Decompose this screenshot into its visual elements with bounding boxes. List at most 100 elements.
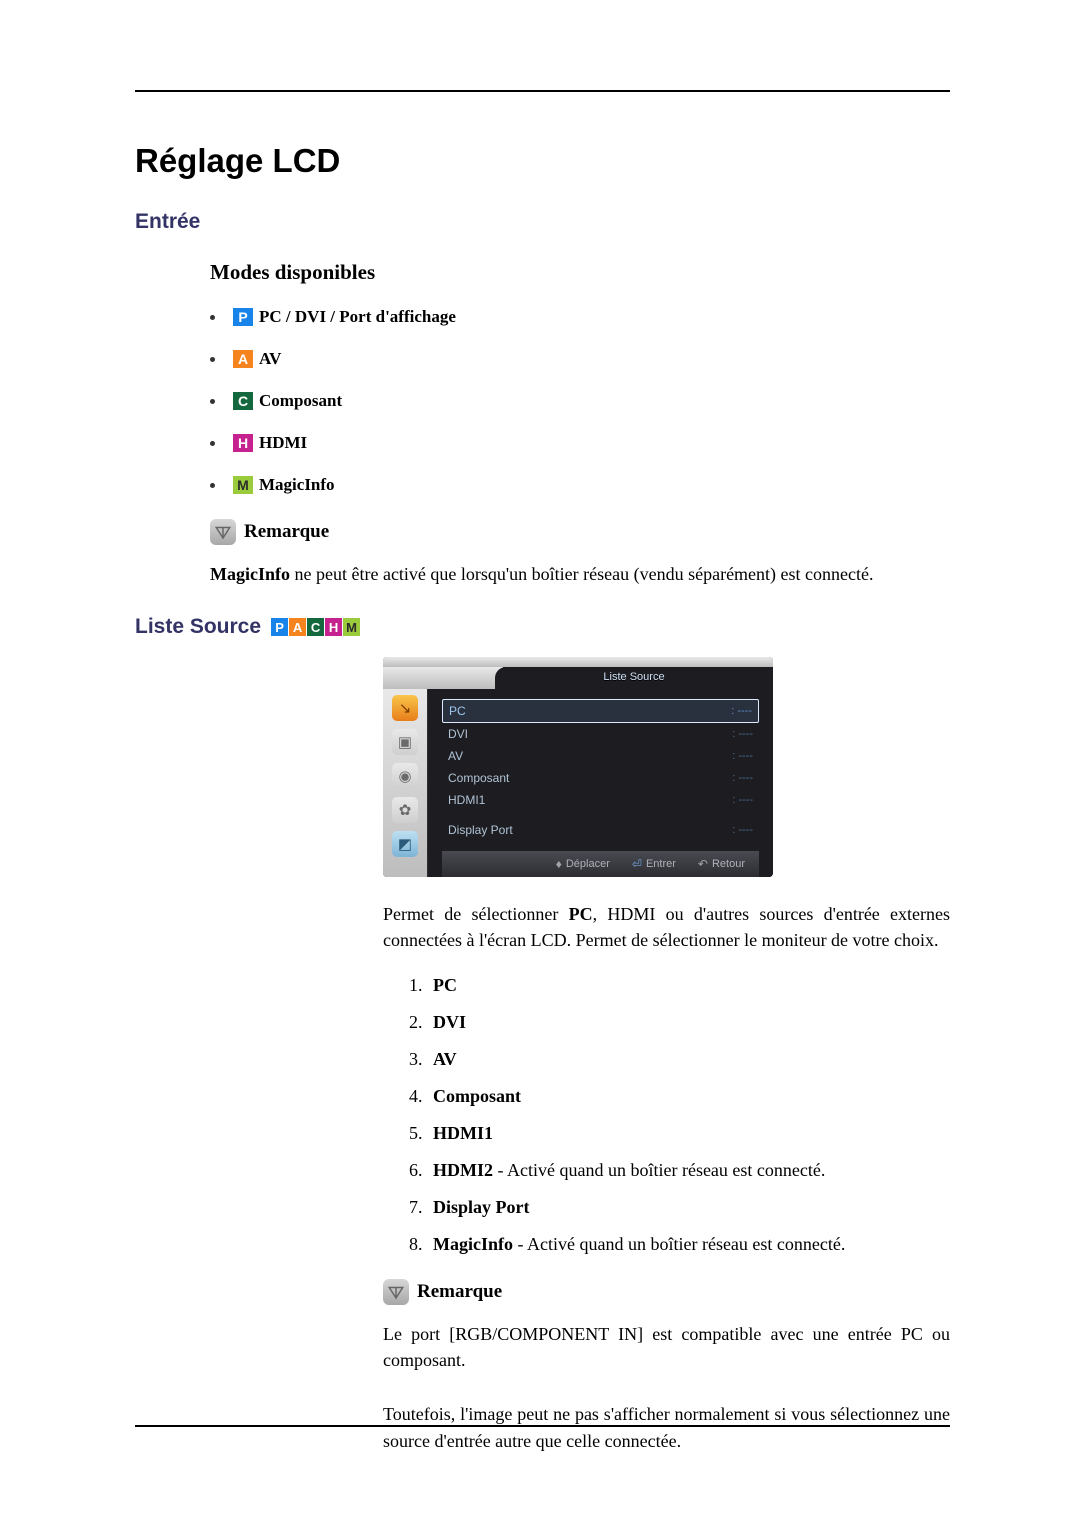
note-row: Remarque [210, 519, 950, 545]
mode-av: A AV [210, 349, 950, 369]
osd-title: Liste Source [495, 667, 773, 683]
osd-row-hdmi1: HDMI1 : ---- [442, 789, 759, 811]
osd-top-bar [383, 657, 773, 667]
osd-row-name: Display Port [448, 823, 513, 837]
osd-footer-move-label: Déplacer [566, 858, 610, 870]
note-magicinfo-text: MagicInfo ne peut être activé que lorsqu… [210, 561, 950, 587]
osd-sidebar: ↘ ▣ ◉ ✿ ◩ [383, 689, 427, 877]
list-strong: PC [433, 975, 457, 995]
c-icon: C [233, 392, 253, 410]
list-strong: HDMI2 [433, 1160, 493, 1180]
osd-title-left [383, 667, 503, 689]
note-strong: MagicInfo [210, 564, 290, 584]
osd-row-composant: Composant : ---- [442, 767, 759, 789]
osd-row-name: Composant [448, 771, 509, 785]
note-label: Remarque [417, 1281, 502, 1303]
list-strong: HDMI1 [433, 1123, 493, 1143]
osd-panel: Liste Source ↘ ▣ ◉ ✿ ◩ PC : ---- [383, 657, 773, 877]
sidebar-icon-sound: ◉ [392, 763, 418, 789]
sidebar-icon-picture: ▣ [392, 729, 418, 755]
mode-label: Composant [259, 391, 342, 411]
list-item: DVI [427, 1012, 950, 1033]
bullet-icon [210, 483, 215, 488]
bullet-icon [210, 357, 215, 362]
list-item: Composant [427, 1086, 950, 1107]
mode-pc: P PC / DVI / Port d'affichage [210, 307, 950, 327]
list-strong: Display Port [433, 1197, 530, 1217]
osd-footer-move: ♦ Déplacer [556, 857, 610, 871]
c-icon: C [307, 618, 324, 636]
mode-label: PC / DVI / Port d'affichage [259, 307, 456, 327]
modes-heading: Modes disponibles [210, 260, 950, 285]
page-title: Réglage LCD [135, 142, 950, 180]
page: Réglage LCD Entrée Modes disponibles P P… [0, 0, 1080, 1527]
osd-row-val: : ---- [732, 750, 753, 762]
osd-footer: ♦ Déplacer ⏎ Entrer ↶ Retour [442, 851, 759, 877]
sidebar-icon-setup: ✿ [392, 797, 418, 823]
liste-source-heading-row: Liste Source P A C H M [135, 615, 950, 639]
osd-footer-enter-label: Entrer [646, 858, 676, 870]
section-entree: Entrée [135, 210, 950, 234]
list-strong: DVI [433, 1012, 466, 1032]
osd-body: ↘ ▣ ◉ ✿ ◩ PC : ---- DVI : ---- [383, 689, 773, 877]
osd-main: PC : ---- DVI : ---- AV : ---- Composant… [427, 689, 773, 877]
bottom-rule [135, 1425, 950, 1427]
list-item: HDMI1 [427, 1123, 950, 1144]
source-list: PC DVI AV Composant HDMI1 HDMI2 - Activé… [427, 975, 950, 1255]
osd-row-dvi: DVI : ---- [442, 723, 759, 745]
enter-icon: ⏎ [632, 857, 642, 871]
list-item: MagicInfo - Activé quand un boîtier rése… [427, 1234, 950, 1255]
note2-para1: Le port [RGB/COMPONENT IN] est compatibl… [383, 1321, 950, 1373]
sidebar-icon-multi: ◩ [392, 831, 418, 857]
osd-row-displayport: Display Port : ---- [442, 819, 759, 841]
list-strong: MagicInfo [433, 1234, 513, 1254]
list-item: HDMI2 - Activé quand un boîtier réseau e… [427, 1160, 950, 1181]
osd-footer-enter: ⏎ Entrer [632, 857, 676, 871]
mode-hdmi: H HDMI [210, 433, 950, 453]
osd-row-val: : ---- [732, 794, 753, 806]
desc-strong: PC [569, 904, 593, 924]
list-strong: Composant [433, 1086, 521, 1106]
m-icon: M [233, 476, 253, 494]
liste-source-heading: Liste Source [135, 615, 261, 639]
osd-row-av: AV : ---- [442, 745, 759, 767]
h-icon: H [325, 618, 342, 636]
list-rest: - Activé quand un boîtier réseau est con… [493, 1160, 825, 1180]
note-rest: ne peut être activé que lorsqu'un boîtie… [290, 564, 874, 584]
move-icon: ♦ [556, 857, 562, 871]
osd-row-val: : ---- [732, 728, 753, 740]
osd-row-val: : ---- [732, 824, 753, 836]
sidebar-icon-input: ↘ [392, 695, 418, 721]
modes-list: P PC / DVI / Port d'affichage A AV C Com… [210, 307, 950, 495]
osd-footer-return-label: Retour [712, 858, 745, 870]
list-item: PC [427, 975, 950, 996]
desc-part1: Permet de sélectionner [383, 904, 569, 924]
a-icon: A [289, 618, 306, 636]
description-paragraph: Permet de sélectionner PC, HDMI ou d'aut… [383, 901, 950, 953]
note-label: Remarque [244, 521, 329, 543]
mode-label: HDMI [259, 433, 307, 453]
note-row: Remarque [383, 1279, 950, 1305]
mode-label: MagicInfo [259, 475, 335, 495]
list-rest: - Activé quand un boîtier réseau est con… [513, 1234, 845, 1254]
osd-row-blank [442, 811, 759, 819]
bullet-icon [210, 441, 215, 446]
p-icon: P [271, 618, 288, 636]
list-item: Display Port [427, 1197, 950, 1218]
a-icon: A [233, 350, 253, 368]
osd-row-val: : ---- [731, 705, 752, 717]
osd-screenshot: Liste Source ↘ ▣ ◉ ✿ ◩ PC : ---- [383, 657, 950, 877]
bullet-icon [210, 399, 215, 404]
osd-title-pill: Liste Source [495, 667, 773, 689]
top-rule [135, 90, 950, 92]
mode-magicinfo: M MagicInfo [210, 475, 950, 495]
osd-row-name: HDMI1 [448, 793, 485, 807]
mode-label: AV [259, 349, 281, 369]
return-icon: ↶ [698, 857, 708, 871]
note2-para2: Toutefois, l'image peut ne pas s'affiche… [383, 1401, 950, 1453]
osd-row-val: : ---- [732, 772, 753, 784]
h-icon: H [233, 434, 253, 452]
note-icon [210, 519, 236, 545]
list-strong: AV [433, 1049, 457, 1069]
m-icon: M [343, 618, 360, 636]
